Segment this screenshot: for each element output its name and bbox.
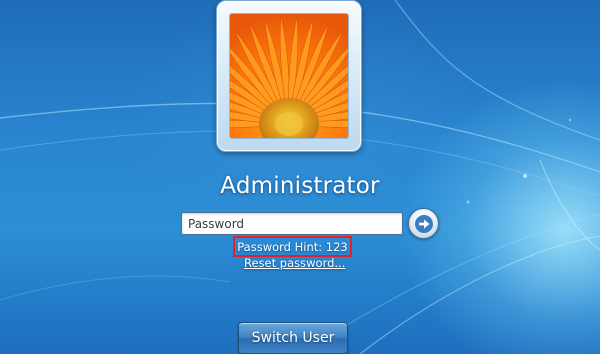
arrow-right-icon (414, 214, 433, 233)
user-avatar-frame (216, 0, 362, 152)
password-hint-highlight: Password Hint: 123 (233, 236, 352, 257)
switch-user-button[interactable]: Switch User (238, 322, 348, 354)
password-hint: Password Hint: 123 (237, 240, 348, 254)
password-field[interactable] (181, 212, 403, 235)
flower-picture (230, 14, 348, 138)
submit-login-button[interactable] (408, 208, 439, 239)
reset-password-link[interactable]: Reset password... (244, 256, 345, 270)
user-avatar (229, 13, 349, 139)
user-name: Administrator (220, 173, 380, 199)
